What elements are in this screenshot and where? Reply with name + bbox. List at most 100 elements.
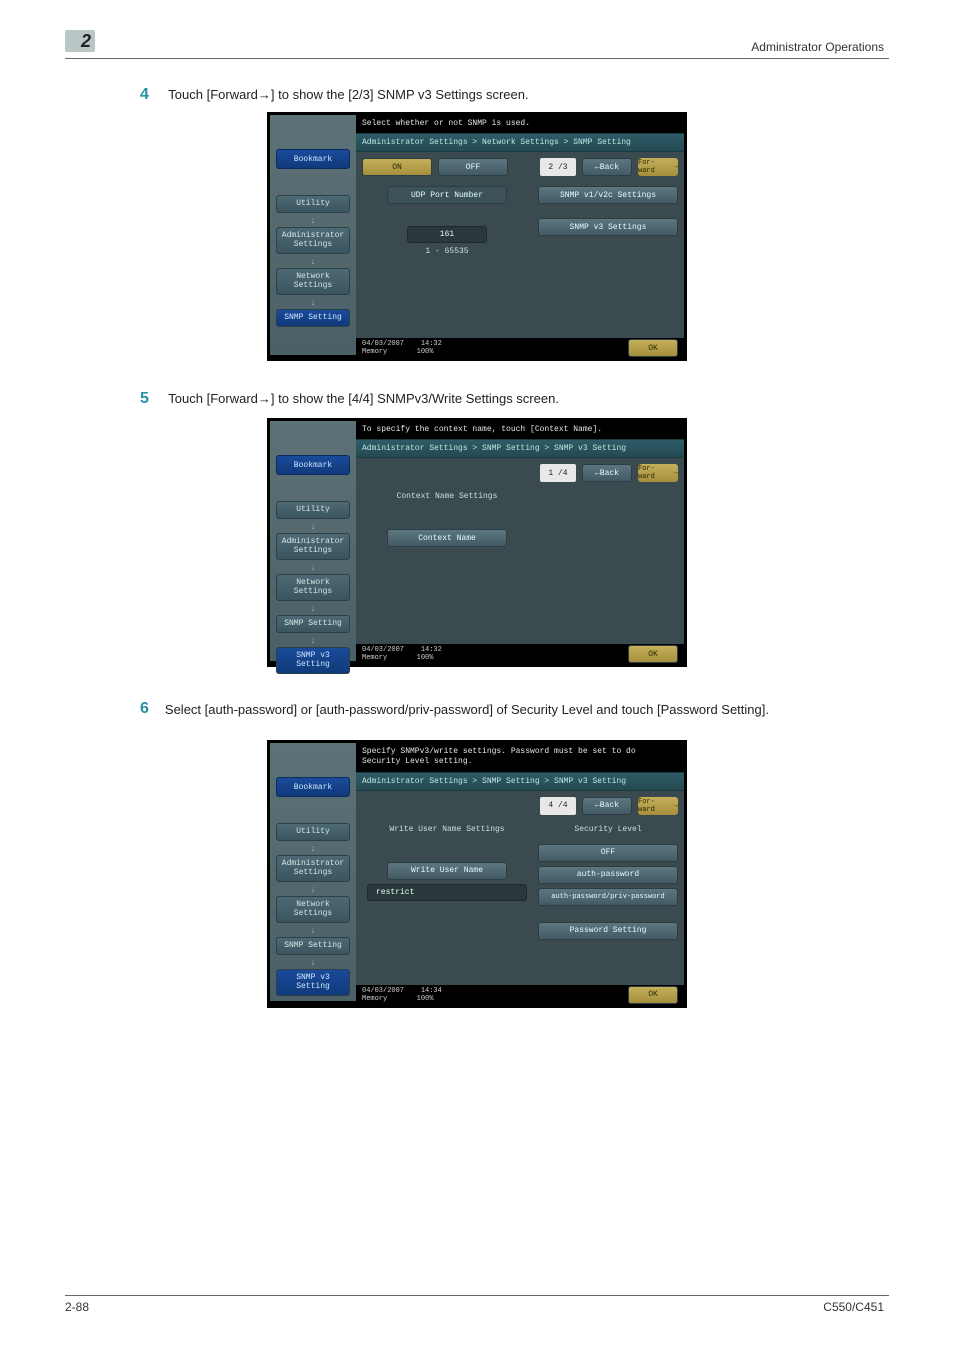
sidebar-item-snmp-setting[interactable]: SNMP Setting — [276, 615, 350, 633]
status-time: 14:32 — [421, 340, 442, 348]
password-setting-button[interactable]: Password Setting — [538, 922, 678, 940]
forward-button[interactable]: For- ward→ — [638, 797, 678, 815]
back-button[interactable]: ←Back — [582, 158, 632, 176]
sidebar-item-admin-settings[interactable]: Administrator Settings — [276, 227, 350, 254]
step-text: Touch [Forward→] to show the [2/3] SNMP … — [168, 87, 528, 102]
screenshot-snmp-v3-write: Bookmark Utility ↓ Administrator Setting… — [267, 740, 687, 1008]
screenshot-sidebar: Bookmark Utility ↓ Administrator Setting… — [270, 421, 356, 661]
breadcrumb: Administrator Settings > Network Setting… — [356, 133, 684, 152]
context-name-header: Context Name Settings — [397, 492, 498, 501]
write-user-header: Write User Name Settings — [389, 825, 504, 834]
instruction-text: To specify the context name, touch [Cont… — [356, 421, 684, 439]
security-authpriv-button[interactable]: auth-password/priv-password — [538, 888, 678, 906]
ok-button[interactable]: OK — [628, 645, 678, 663]
screenshot-sidebar: Bookmark Utility ↓ Administrator Setting… — [270, 743, 356, 1001]
arrow-right-icon: → — [674, 469, 678, 477]
sidebar-item-snmp-setting[interactable]: SNMP Setting — [276, 937, 350, 955]
chevron-down-icon: ↓ — [270, 884, 356, 894]
udp-port-header: UDP Port Number — [387, 186, 507, 204]
ok-button[interactable]: OK — [628, 986, 678, 1004]
chevron-down-icon: ↓ — [270, 562, 356, 572]
sidebar-item-snmp-v3-setting[interactable]: SNMP v3 Setting — [276, 969, 350, 996]
status-date: 04/03/2007 — [362, 987, 404, 995]
status-left: 04/03/2007 14:32 Memory 100% — [362, 340, 442, 356]
chevron-down-icon: ↓ — [270, 925, 356, 935]
forward-button[interactable]: For- ward→ — [638, 158, 678, 176]
sidebar-item-network-settings[interactable]: Network Settings — [276, 268, 350, 295]
security-auth-button[interactable]: auth-password — [538, 866, 678, 884]
step-text: Select [auth-password] or [auth-password… — [165, 700, 769, 720]
status-memory-label: Memory — [362, 995, 387, 1003]
footer-model: C550/C451 — [823, 1300, 884, 1314]
sidebar-item-admin-settings[interactable]: Administrator Settings — [276, 533, 350, 560]
step-text: Touch [Forward→] to show the [4/4] SNMPv… — [168, 391, 559, 406]
status-date: 04/03/2007 — [362, 340, 404, 348]
chevron-down-icon: ↓ — [270, 215, 356, 225]
forward-label: For- ward — [638, 798, 671, 814]
step-number: 5 — [140, 390, 149, 407]
page-header-title: Administrator Operations — [751, 40, 884, 54]
off-button[interactable]: OFF — [438, 158, 508, 176]
arrow-right-icon: → — [674, 802, 678, 810]
chevron-down-icon: ↓ — [270, 635, 356, 645]
sidebar-item-network-settings[interactable]: Network Settings — [276, 896, 350, 923]
forward-label: For- ward — [638, 159, 671, 175]
status-left: 04/03/2007 14:32 Memory 100% — [362, 646, 442, 662]
bottom-rule — [65, 1295, 889, 1296]
forward-label: For- ward — [638, 465, 671, 481]
forward-button[interactable]: For- ward→ — [638, 464, 678, 482]
step-number: 6 — [140, 700, 149, 720]
chapter-number: 2 — [81, 31, 91, 52]
back-button[interactable]: ←Back — [582, 464, 632, 482]
chapter-badge: 2 — [65, 30, 95, 52]
sidebar-item-utility[interactable]: Utility — [276, 195, 350, 213]
chevron-down-icon: ↓ — [270, 256, 356, 266]
chevron-down-icon: ↓ — [270, 603, 356, 613]
on-button[interactable]: ON — [362, 158, 432, 176]
status-memory-label: Memory — [362, 348, 387, 356]
chevron-down-icon: ↓ — [270, 843, 356, 853]
sidebar-item-utility[interactable]: Utility — [276, 501, 350, 519]
udp-port-range: 1 - 65535 — [425, 247, 468, 256]
screenshot-snmp-setting: Bookmark Utility ↓ Administrator Setting… — [267, 112, 687, 361]
status-memory-pct: 100% — [417, 348, 434, 356]
sidebar-item-admin-settings[interactable]: Administrator Settings — [276, 855, 350, 882]
step-4: 4 Touch [Forward→] to show the [2/3] SNM… — [140, 86, 529, 104]
status-memory-pct: 100% — [417, 995, 434, 1003]
status-memory-pct: 100% — [417, 654, 434, 662]
step-6: 6 Select [auth-password] or [auth-passwo… — [140, 700, 884, 720]
status-time: 14:34 — [421, 987, 442, 995]
page-indicator: 4 /4 — [540, 797, 576, 815]
write-user-name-button[interactable]: Write User Name — [387, 862, 507, 880]
sidebar-item-network-settings[interactable]: Network Settings — [276, 574, 350, 601]
chevron-down-icon: ↓ — [270, 521, 356, 531]
back-button[interactable]: ←Back — [582, 797, 632, 815]
arrow-right-icon: → — [674, 163, 678, 171]
chevron-down-icon: ↓ — [270, 297, 356, 307]
status-time: 14:32 — [421, 646, 442, 654]
screenshot-snmp-v3-context: Bookmark Utility ↓ Administrator Setting… — [267, 418, 687, 667]
bookmark-button[interactable]: Bookmark — [276, 455, 350, 475]
screenshot-sidebar: Bookmark Utility ↓ Administrator Setting… — [270, 115, 356, 355]
sidebar-item-utility[interactable]: Utility — [276, 823, 350, 841]
page-indicator: 2 /3 — [540, 158, 576, 176]
chevron-down-icon: ↓ — [270, 957, 356, 967]
write-user-name-value: restrict — [367, 884, 527, 901]
snmp-v3-settings-button[interactable]: SNMP v3 Settings — [538, 218, 678, 236]
context-name-button[interactable]: Context Name — [387, 529, 507, 547]
security-level-header: Security Level — [574, 825, 641, 834]
sidebar-item-snmp-setting[interactable]: SNMP Setting — [276, 309, 350, 327]
udp-port-value[interactable]: 161 — [407, 226, 487, 243]
sidebar-item-snmp-v3-setting[interactable]: SNMP v3 Setting — [276, 647, 350, 674]
status-left: 04/03/2007 14:34 Memory 100% — [362, 987, 442, 1003]
security-off-button[interactable]: OFF — [538, 844, 678, 862]
status-memory-label: Memory — [362, 654, 387, 662]
instruction-text: Select whether or not SNMP is used. — [356, 115, 684, 133]
top-rule — [65, 58, 889, 59]
bookmark-button[interactable]: Bookmark — [276, 149, 350, 169]
page-indicator: 1 /4 — [540, 464, 576, 482]
ok-button[interactable]: OK — [628, 339, 678, 357]
bookmark-button[interactable]: Bookmark — [276, 777, 350, 797]
snmp-v1v2c-settings-button[interactable]: SNMP v1/v2c Settings — [538, 186, 678, 204]
instruction-text: Specify SNMPv3/write settings. Password … — [356, 743, 684, 772]
